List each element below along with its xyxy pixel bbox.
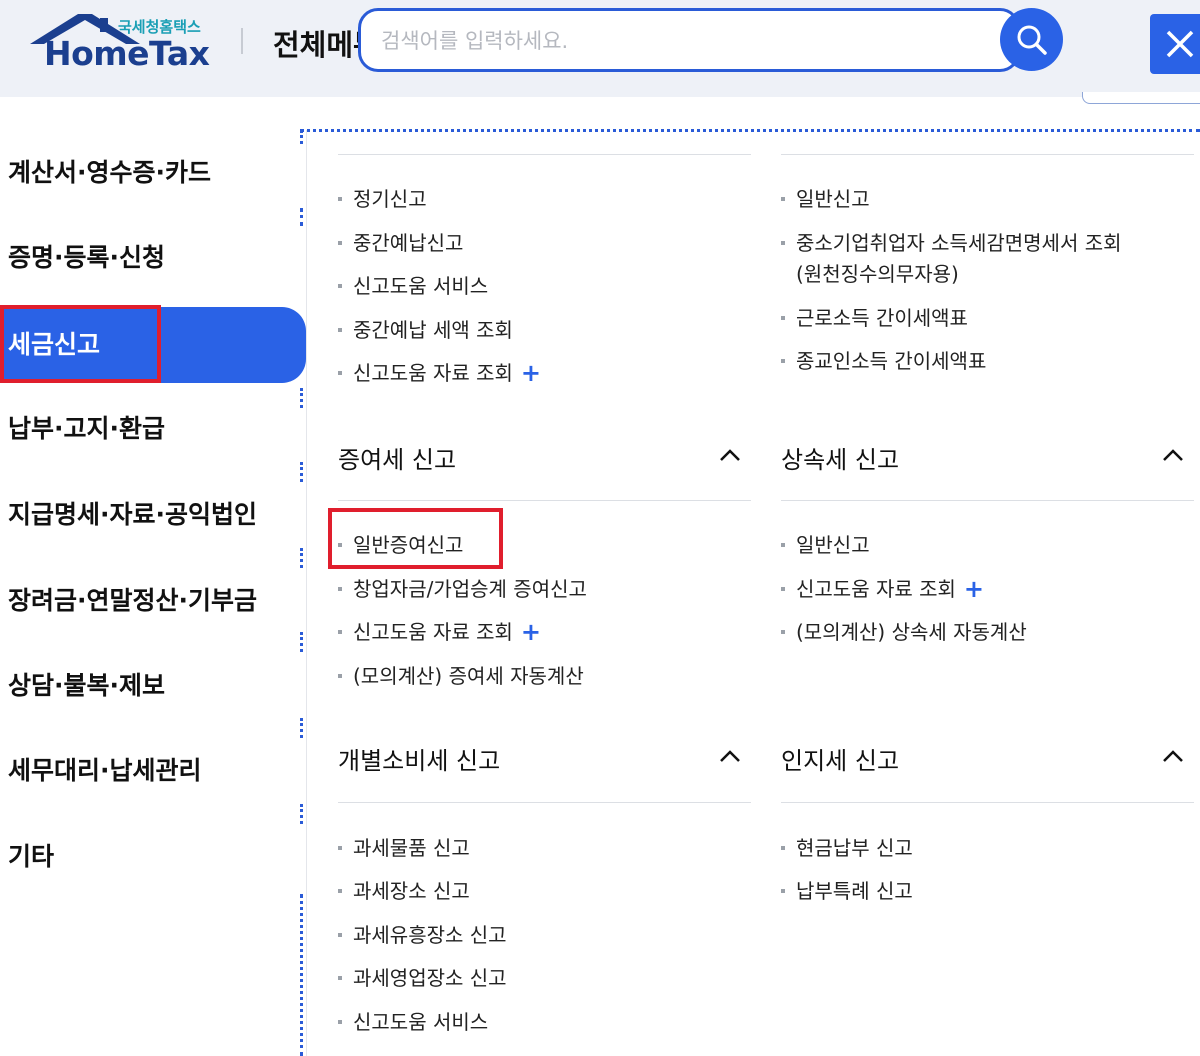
- section-rule: [781, 802, 1194, 803]
- link-gift-filing-help-data[interactable]: 신고도움 자료 조회 +: [338, 617, 541, 647]
- dotted-guide-vertical: [300, 894, 303, 1056]
- link-interim-prepayment-filing[interactable]: 중간예납신고: [338, 228, 463, 258]
- sidebar-item-incentive-yearend[interactable]: 장려금·연말정산·기부금: [0, 563, 306, 639]
- link-excise-filing-help-service[interactable]: 신고도움 서비스: [338, 1007, 488, 1037]
- link-taxable-venue-filing[interactable]: 과세장소 신고: [338, 876, 470, 906]
- section-rule: [338, 154, 751, 155]
- sidebar-item-payment-statement[interactable]: 지급명세·자료·공익법인: [0, 477, 306, 553]
- link-religious-income-tax-table[interactable]: 종교인소득 간이세액표: [781, 346, 986, 376]
- expand-plus-icon[interactable]: +: [964, 575, 984, 603]
- sidebar-item-payment-notice-refund[interactable]: 납부·고지·환급: [0, 391, 306, 467]
- link-filing-help-service[interactable]: 신고도움 서비스: [338, 271, 488, 301]
- section-rule: [781, 154, 1194, 155]
- link-regular-filing[interactable]: 정기신고: [338, 184, 427, 214]
- link-gift-tax-calculator[interactable]: (모의계산) 증여세 자동계산: [338, 661, 584, 691]
- section-rule: [338, 802, 751, 803]
- chevron-up-icon[interactable]: [719, 749, 741, 763]
- expand-plus-icon[interactable]: +: [521, 359, 541, 387]
- sidebar-item-invoice-receipt-card[interactable]: 계산서·영수증·카드: [0, 135, 306, 211]
- header-divider: [241, 28, 243, 54]
- search-button[interactable]: [1000, 8, 1063, 71]
- link-earned-income-tax-table[interactable]: 근로소득 간이세액표: [781, 303, 968, 333]
- sidebar-item-etc[interactable]: 기타: [0, 819, 306, 895]
- link-taxable-entertainment-venue-filing[interactable]: 과세유흥장소 신고: [338, 920, 507, 950]
- section-title-stamp-tax[interactable]: 인지세 신고: [781, 741, 899, 776]
- sidebar-item-consult-appeal-report[interactable]: 상담·불복·제보: [0, 648, 306, 724]
- sidebar-item-tax-agent[interactable]: 세무대리·납세관리: [0, 733, 306, 809]
- link-interim-tax-lookup[interactable]: 중간예납 세액 조회: [338, 315, 513, 345]
- section-rule: [338, 500, 751, 501]
- close-button[interactable]: [1150, 14, 1200, 74]
- page-title: 전체메뉴: [273, 28, 363, 62]
- section-title-excise-tax[interactable]: 개별소비세 신고: [338, 741, 500, 776]
- search-icon: [1017, 25, 1047, 55]
- section-title-inheritance-tax[interactable]: 상속세 신고: [781, 440, 899, 475]
- hometax-logo[interactable]: 국세청홈택스 HomeTax: [30, 12, 210, 74]
- chevron-up-icon[interactable]: [719, 448, 741, 462]
- link-taxable-goods-filing[interactable]: 과세물품 신고: [338, 833, 470, 863]
- expand-plus-icon[interactable]: +: [521, 618, 541, 646]
- header: 국세청홈택스 HomeTax 전체메뉴: [0, 0, 1200, 97]
- link-inheritance-tax-calculator[interactable]: (모의계산) 상속세 자동계산: [781, 617, 1027, 647]
- link-cash-payment-filing[interactable]: 현금납부 신고: [781, 833, 913, 863]
- link-special-payment-filing[interactable]: 납부특례 신고: [781, 876, 913, 906]
- sidebar-divider: [306, 130, 307, 1056]
- link-general-filing[interactable]: 일반신고: [781, 184, 870, 214]
- close-icon: [1166, 30, 1194, 58]
- link-inheritance-general-filing[interactable]: 일반신고: [781, 530, 870, 560]
- chevron-up-icon[interactable]: [1162, 448, 1184, 462]
- section-title-gift-tax[interactable]: 증여세 신고: [338, 440, 456, 475]
- section-rule: [781, 500, 1194, 501]
- link-sme-employee-tax-reduction-sub[interactable]: (원천징수의무자용): [781, 259, 959, 289]
- highlight-box: [328, 508, 503, 569]
- highlight-box: [0, 305, 161, 383]
- link-filing-help-data-lookup[interactable]: 신고도움 자료 조회 +: [338, 358, 541, 388]
- chevron-up-icon[interactable]: [1162, 749, 1184, 763]
- search-box: [358, 8, 1020, 72]
- header-tab-edge: [1082, 92, 1200, 104]
- sidebar-item-certificate-registration[interactable]: 증명·등록·신청: [0, 220, 306, 296]
- dotted-guide-horizontal: [300, 129, 1200, 132]
- link-sme-employee-tax-reduction[interactable]: 중소기업취업자 소득세감면명세서 조회: [781, 228, 1122, 258]
- link-startup-succession-gift-filing[interactable]: 창업자금/가업승계 증여신고: [338, 574, 587, 604]
- link-inheritance-filing-help-data[interactable]: 신고도움 자료 조회 +: [781, 574, 984, 604]
- logo-wordmark: HomeTax: [44, 34, 210, 73]
- link-taxable-business-venue-filing[interactable]: 과세영업장소 신고: [338, 963, 507, 993]
- search-input[interactable]: [381, 23, 981, 59]
